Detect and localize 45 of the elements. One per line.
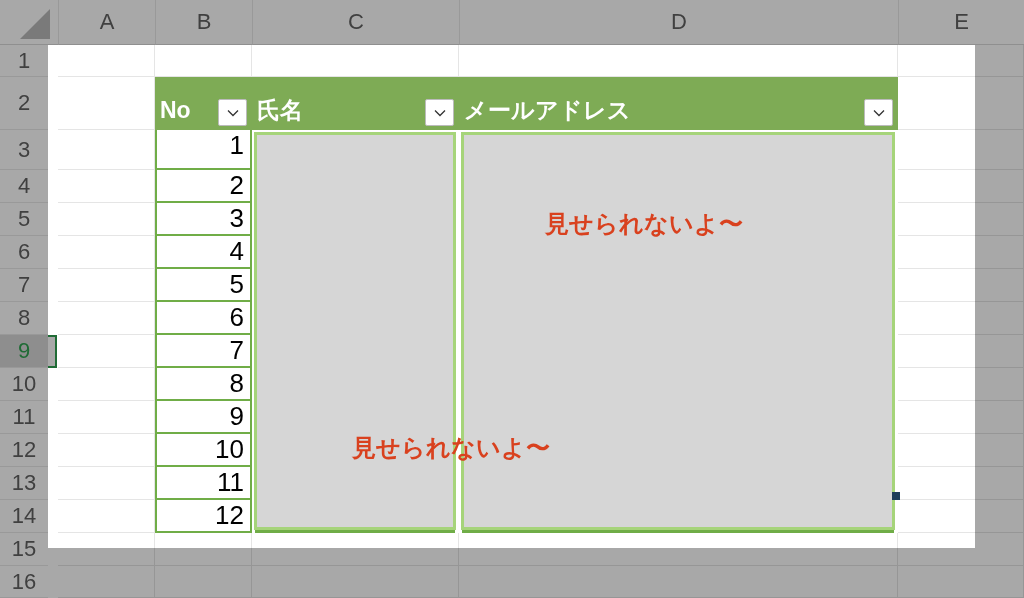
spreadsheet-cell[interactable]	[898, 45, 1024, 77]
spreadsheet-cell[interactable]	[898, 434, 1024, 467]
table-cell: 8	[155, 368, 252, 401]
column-title: メールアドレス	[464, 99, 631, 125]
table-cell: 9	[155, 401, 252, 434]
spreadsheet-cell[interactable]	[898, 236, 1024, 269]
column-header[interactable]: A	[58, 0, 155, 45]
overlay-note: 見せられないよ〜	[545, 209, 743, 239]
column-title: 氏名	[257, 99, 303, 125]
column-header[interactable]: E	[898, 0, 1024, 45]
spreadsheet-cell[interactable]	[898, 170, 1024, 203]
filter-dropdown-button[interactable]	[218, 99, 247, 126]
column-title: No	[160, 99, 191, 125]
overlay-note: 見せられないよ〜	[352, 433, 550, 463]
spreadsheet-cell[interactable]	[898, 533, 1024, 566]
spreadsheet-cell[interactable]	[898, 401, 1024, 434]
spreadsheet-cell[interactable]	[898, 500, 1024, 533]
column-header[interactable]: B	[155, 0, 252, 45]
spreadsheet-cell[interactable]	[58, 45, 155, 77]
column-header[interactable]: D	[459, 0, 898, 45]
spreadsheet-cell[interactable]	[898, 335, 1024, 368]
table-cell: 6	[155, 302, 252, 335]
spreadsheet-cell[interactable]	[898, 130, 1024, 170]
spreadsheet-cell[interactable]	[898, 302, 1024, 335]
filter-dropdown-button[interactable]	[864, 99, 893, 126]
chevron-down-icon	[872, 108, 885, 117]
spreadsheet-cell[interactable]	[898, 203, 1024, 236]
corner-triangle-icon[interactable]	[20, 9, 50, 39]
table-cell: 7	[155, 335, 252, 368]
table-cell: 4	[155, 236, 252, 269]
spreadsheet-cell[interactable]	[898, 269, 1024, 302]
spreadsheet-cell[interactable]	[58, 533, 155, 566]
table-cell: 11	[155, 467, 252, 500]
table-cell: 1	[155, 130, 252, 170]
table-cell: 10	[155, 434, 252, 467]
chevron-down-icon	[226, 108, 239, 117]
chevron-down-icon	[433, 108, 446, 117]
table-cell: 2	[155, 170, 252, 203]
fill-handle[interactable]	[892, 492, 900, 500]
filter-dropdown-button[interactable]	[425, 99, 454, 126]
table-cell: 12	[155, 500, 252, 533]
spreadsheet-cell[interactable]	[898, 368, 1024, 401]
column-header[interactable]: C	[252, 0, 459, 45]
table-cell: 3	[155, 203, 252, 236]
table-cell: 5	[155, 269, 252, 302]
